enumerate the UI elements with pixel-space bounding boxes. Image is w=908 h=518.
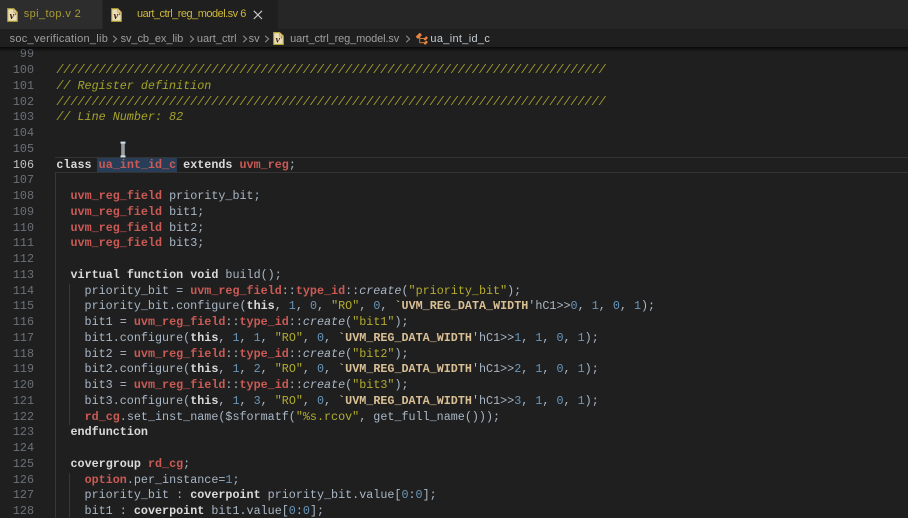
svg-text:v: v xyxy=(276,34,281,45)
svg-text:v: v xyxy=(114,11,119,22)
svg-text:v: v xyxy=(9,11,14,22)
